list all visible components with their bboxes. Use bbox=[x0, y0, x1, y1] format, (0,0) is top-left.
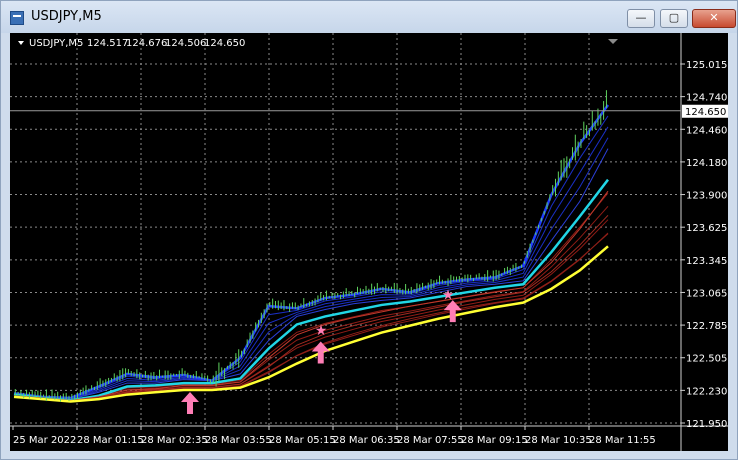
price-tick-label: 124.460 bbox=[686, 125, 727, 136]
price-tick-label: 122.230 bbox=[686, 386, 727, 397]
ma-line-6 bbox=[13, 245, 609, 403]
buy-arrow-icon bbox=[311, 341, 330, 364]
price-tick-label: 123.345 bbox=[686, 256, 727, 267]
header-close: 124.650 bbox=[204, 38, 245, 49]
time-tick-label: 28 Mar 09:15 bbox=[461, 435, 528, 446]
minimize-icon: — bbox=[635, 11, 647, 24]
signal-markers: ★★ bbox=[181, 288, 462, 415]
price-tick-label: 125.015 bbox=[686, 60, 727, 71]
ma-line-0 bbox=[13, 104, 610, 400]
close-icon: ✕ bbox=[709, 11, 719, 24]
price-tick-label: 122.505 bbox=[686, 354, 727, 365]
signal-star-icon: ★ bbox=[442, 288, 455, 304]
chart-shift-marker bbox=[608, 39, 618, 44]
price-tick-label: 123.065 bbox=[686, 288, 727, 299]
price-candles bbox=[14, 90, 607, 402]
time-tick-label: 28 Mar 02:35 bbox=[141, 435, 208, 446]
maximize-icon: ▢ bbox=[668, 11, 680, 24]
header-symbol: USDJPY,M5 bbox=[29, 38, 83, 49]
price-tick-label: 122.785 bbox=[686, 321, 727, 332]
chart-area[interactable]: ★ ★ 125.015 124.740 124.460 124.180 123.900 12… bbox=[10, 33, 728, 451]
signal-star-icon: ★ bbox=[315, 323, 328, 339]
time-axis: 25 Mar 2022 28 Mar 01:1528 Mar 02:3528 Ma… bbox=[12, 426, 656, 446]
time-tick-label: 28 Mar 07:55 bbox=[397, 435, 464, 446]
maximize-button[interactable]: ▢ bbox=[660, 9, 688, 28]
window-title: USDJPY,M5 bbox=[31, 9, 102, 24]
header-dropdown-icon bbox=[18, 41, 24, 45]
price-tick-label: 123.625 bbox=[686, 223, 727, 234]
chart-window: USDJPY,M5 — ▢ ✕ ★ ★ 125.015 124.740 124.460… bbox=[0, 0, 738, 460]
time-tick-label: 28 Mar 11:55 bbox=[589, 435, 656, 446]
buy-arrow-icon bbox=[181, 392, 199, 415]
time-tick-label: 28 Mar 06:35 bbox=[333, 435, 400, 446]
time-tick-label: 28 Mar 01:15 bbox=[77, 435, 144, 446]
ma-band-line bbox=[13, 192, 609, 402]
ma-line-2 bbox=[13, 178, 609, 402]
chart-grid bbox=[10, 33, 681, 426]
price-tick-label: 124.740 bbox=[686, 93, 727, 104]
ma-line-1 bbox=[13, 148, 609, 400]
time-tick-label: 28 Mar 10:35 bbox=[525, 435, 592, 446]
time-tick-label: 28 Mar 05:15 bbox=[269, 435, 336, 446]
symbol-header: USDJPY,M5 124.517 124.676 124.506 124.65… bbox=[18, 38, 245, 49]
moving-average-ribbon bbox=[13, 104, 610, 403]
header-high: 124.676 bbox=[126, 38, 167, 49]
header-low: 124.506 bbox=[165, 38, 206, 49]
time-tick-label: 25 Mar 2022 bbox=[13, 435, 76, 446]
ma-band-line bbox=[13, 232, 609, 402]
price-tick-label: 124.180 bbox=[686, 158, 727, 169]
chart-window-icon bbox=[10, 11, 24, 25]
close-button[interactable]: ✕ bbox=[692, 9, 736, 28]
minimize-button[interactable]: — bbox=[627, 9, 655, 28]
price-tick-label: 121.950 bbox=[686, 419, 727, 430]
title-bar[interactable]: USDJPY,M5 — ▢ ✕ bbox=[1, 1, 737, 33]
ma-line-5 bbox=[13, 233, 609, 402]
header-open: 124.517 bbox=[87, 38, 128, 49]
current-price-label: 124.650 bbox=[685, 107, 726, 118]
price-tick-label: 123.900 bbox=[686, 191, 727, 202]
price-chart[interactable]: ★★ 125.015124.740124.460124.180123.90012… bbox=[10, 33, 728, 451]
time-tick-label: 28 Mar 03:55 bbox=[205, 435, 272, 446]
